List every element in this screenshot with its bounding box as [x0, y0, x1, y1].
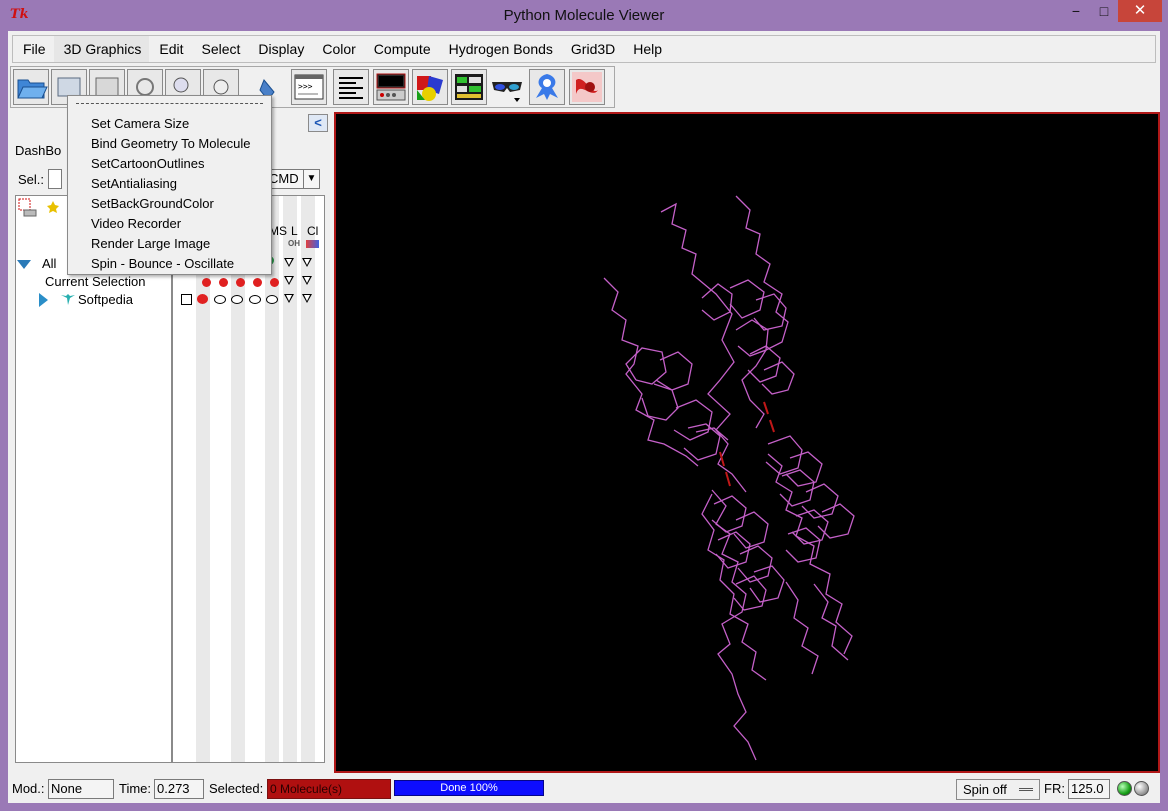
menu-bind-geometry[interactable]: Bind Geometry To Molecule: [91, 136, 250, 151]
menu-bar: File 3D Graphics Edit Select Display Col…: [12, 35, 1156, 63]
close-button[interactable]: ✕: [1118, 0, 1162, 22]
toggle-sp-5[interactable]: [266, 295, 278, 304]
oh-label: OH: [288, 239, 300, 248]
toggle-sp-4[interactable]: [249, 295, 261, 304]
ribbon-icon[interactable]: [569, 69, 605, 105]
dashboard-icon[interactable]: [451, 69, 487, 105]
status-led-grey-icon: [1134, 781, 1149, 796]
molecule-rendering: [603, 195, 855, 761]
menu-hydrogen-bonds[interactable]: Hydrogen Bonds: [439, 36, 561, 62]
tree-item-all[interactable]: All: [42, 256, 56, 271]
expand-molecule-icon[interactable]: [39, 293, 48, 307]
menu-render-large-image[interactable]: Render Large Image: [91, 236, 210, 251]
menu-grid3d[interactable]: Grid3D: [561, 36, 623, 62]
molecule-icon: [60, 293, 76, 307]
3d-viewer-canvas[interactable]: [334, 112, 1160, 773]
application-window: Tk Python Molecule Viewer − □ ✕ File 3D …: [0, 0, 1168, 811]
color-menu-all[interactable]: [302, 258, 312, 267]
toggle-cs-4[interactable]: [253, 278, 262, 287]
mod-label: Mod.:: [12, 781, 45, 796]
menu-edit[interactable]: Edit: [149, 36, 191, 62]
menu-set-background-color[interactable]: SetBackGroundColor: [91, 196, 214, 211]
3d-graphics-dropdown: Set Camera Size Bind Geometry To Molecul…: [67, 95, 272, 275]
window-title: Python Molecule Viewer: [503, 7, 665, 24]
fr-label: FR:: [1044, 781, 1065, 796]
color-header-icon: [306, 240, 319, 248]
status-bar: Mod.: None Time: 0.273 Selected: 0 Molec…: [8, 775, 1160, 803]
column-header-cl: Cl: [307, 224, 319, 238]
toggle-cs-1[interactable]: [202, 278, 211, 287]
chevron-down-icon[interactable]: ▼: [303, 170, 319, 188]
stereo-glasses-icon[interactable]: [489, 69, 525, 105]
open-file-icon[interactable]: [13, 69, 49, 105]
time-label: Time:: [119, 781, 152, 796]
maximize-button[interactable]: □: [1090, 0, 1118, 22]
menu-select[interactable]: Select: [192, 36, 249, 62]
minimize-button[interactable]: −: [1062, 0, 1090, 22]
menu-set-camera-size[interactable]: Set Camera Size: [91, 116, 189, 131]
toggle-sp-3[interactable]: [231, 295, 243, 304]
toggle-cs-2[interactable]: [219, 278, 228, 287]
toggle-cs-5[interactable]: [270, 278, 279, 287]
spin-toggle-button[interactable]: Spin off: [956, 779, 1040, 800]
label-menu-all[interactable]: [284, 258, 294, 267]
menu-display[interactable]: Display: [248, 36, 312, 62]
shapes-color-icon[interactable]: [412, 69, 448, 105]
menu-color[interactable]: Color: [312, 36, 363, 62]
selected-field: 0 Molecule(s): [267, 779, 391, 799]
title-bar[interactable]: Tk Python Molecule Viewer − □ ✕: [0, 0, 1168, 30]
select-checkbox-softpedia[interactable]: [181, 294, 192, 305]
dashboard-label: DashBo: [15, 143, 62, 158]
select-tool-icon[interactable]: [18, 198, 38, 220]
tearoff-line[interactable]: [76, 103, 263, 104]
python-prompt-text: >>>: [298, 82, 313, 91]
frame-rate-field: 125.0: [1068, 779, 1110, 799]
menu-compute[interactable]: Compute: [364, 36, 439, 62]
toggle-sp-2[interactable]: [214, 295, 226, 304]
python-shell-icon[interactable]: >>>: [291, 69, 327, 105]
mod-field: None: [48, 779, 114, 799]
cmd-label: CMD: [269, 171, 299, 186]
tree-item-current-selection[interactable]: Current Selection: [45, 274, 145, 289]
menu-set-antialiasing[interactable]: SetAntialiasing: [91, 176, 177, 191]
menu-3d-graphics[interactable]: 3D Graphics: [53, 36, 150, 62]
spin-label: Spin off: [963, 782, 1007, 797]
time-field: 0.273: [154, 779, 204, 799]
color-menu-cs[interactable]: [302, 276, 312, 285]
selection-input[interactable]: [48, 169, 62, 189]
option-indicator-icon: [1019, 788, 1033, 791]
tree-item-softpedia[interactable]: Softpedia: [78, 292, 133, 307]
menu-file[interactable]: File: [13, 36, 54, 62]
menu-help[interactable]: Help: [623, 36, 670, 62]
toggle-cs-3[interactable]: [236, 278, 245, 287]
cmd-combobox[interactable]: CMD ▼: [265, 169, 320, 189]
color-menu-sp[interactable]: [302, 294, 312, 303]
toggle-sp-1[interactable]: [197, 294, 208, 304]
column-header-l: L: [291, 224, 298, 238]
molecule-surface-icon[interactable]: [529, 69, 565, 105]
text-lines-icon[interactable]: [333, 69, 369, 105]
menu-spin-bounce-oscillate[interactable]: Spin - Bounce - Oscillate: [91, 256, 234, 271]
label-menu-cs[interactable]: [284, 276, 294, 285]
collapse-panel-button[interactable]: <: [308, 114, 328, 132]
message-box-icon[interactable]: [373, 69, 409, 105]
progress-bar: Done 100%: [394, 780, 544, 796]
menu-video-recorder[interactable]: Video Recorder: [91, 216, 181, 231]
label-menu-sp[interactable]: [284, 294, 294, 303]
menu-set-cartoon-outlines[interactable]: SetCartoonOutlines: [91, 156, 204, 171]
status-led-green-icon: [1117, 781, 1132, 796]
star-tool-icon[interactable]: [46, 200, 60, 214]
selected-label: Selected:: [209, 781, 264, 796]
sel-label: Sel.:: [18, 172, 45, 187]
client-area: File 3D Graphics Edit Select Display Col…: [8, 31, 1160, 803]
expand-all-icon[interactable]: [17, 260, 31, 269]
